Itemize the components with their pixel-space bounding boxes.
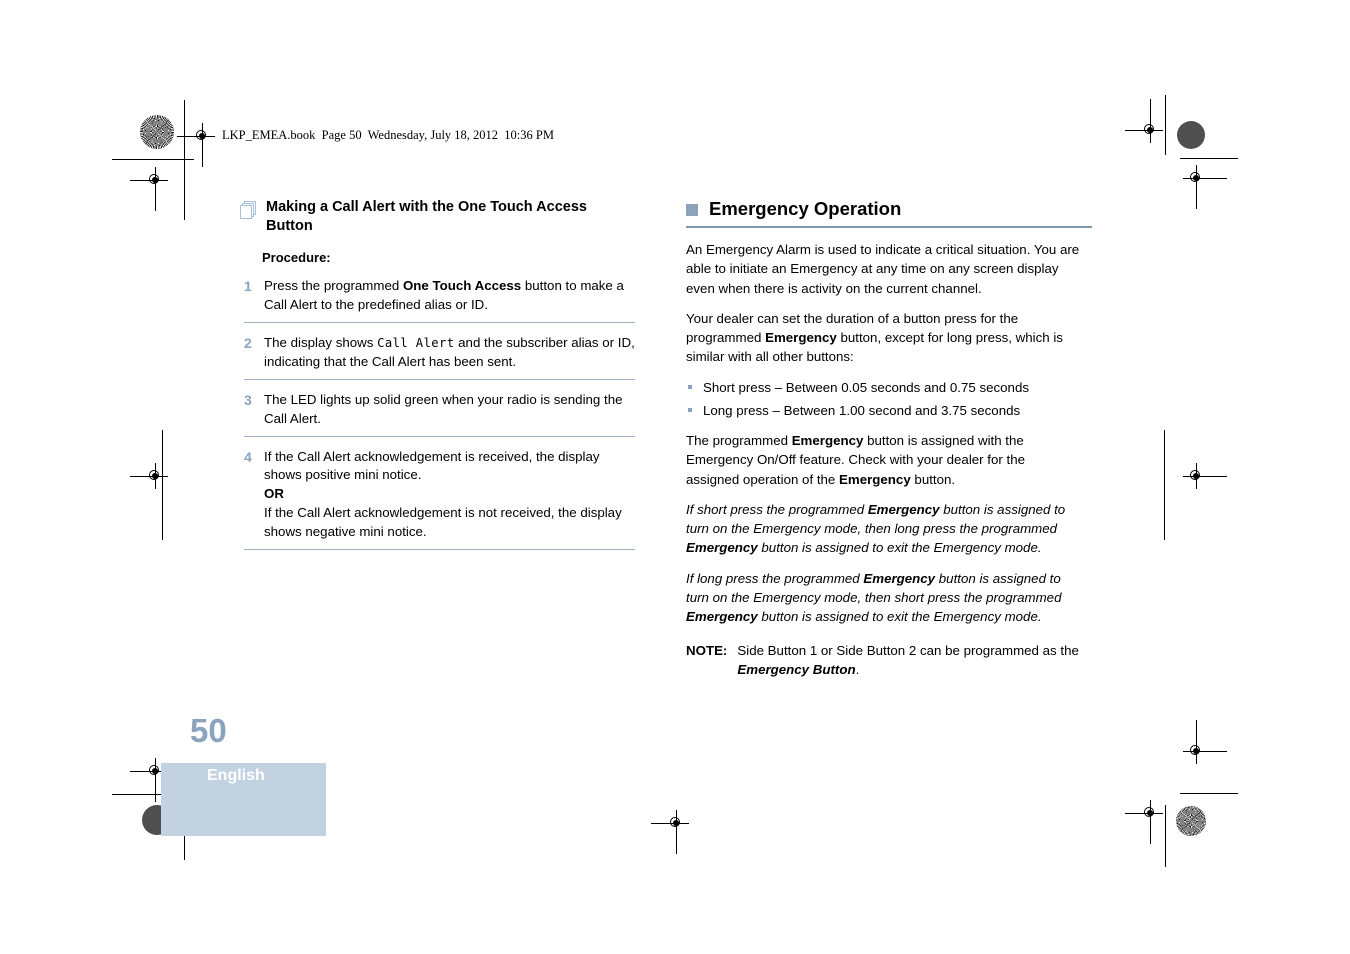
text-run: The display shows xyxy=(264,335,378,350)
press-duration-list: Short press – Between 0.05 seconds and 0… xyxy=(686,378,1081,421)
right-column: Emergency Operation An Emergency Alarm i… xyxy=(686,198,1092,680)
procedure-step: 3 The LED lights up solid green when your… xyxy=(244,391,635,437)
text-run: . xyxy=(855,661,860,677)
print-file-header: LKP_EMEA.book Page 50 Wednesday, July 18… xyxy=(222,128,554,142)
text-run: Emergency xyxy=(839,471,911,487)
left-section-heading-text: Making a Call Alert with the One Touch A… xyxy=(266,199,587,235)
body-paragraph: Your dealer can set the duration of a bu… xyxy=(686,309,1081,367)
step-number: 2 xyxy=(244,335,252,351)
solid-dot-mark-top-right xyxy=(1177,121,1205,149)
right-section-heading-text: Emergency Operation xyxy=(709,198,902,219)
step-text: If the Call Alert acknowledgement is rec… xyxy=(264,448,635,542)
registration-target-right-middle xyxy=(1183,463,1227,489)
trim-line-bottom-right-horizontal xyxy=(1180,793,1238,794)
registration-target-right-upper xyxy=(1183,165,1227,209)
text-run: button. xyxy=(910,471,956,487)
body-paragraph-italic: If short press the programmed Emergency … xyxy=(686,500,1081,558)
trim-line-left-vertical-upper xyxy=(184,160,185,220)
registration-target-top-left xyxy=(177,123,215,167)
star-target-mark-top-left xyxy=(140,115,174,149)
text-run: Emergency Button xyxy=(737,661,856,677)
text-run: Press the programmed xyxy=(264,278,403,294)
note-block: NOTE: Side Button 1 or Side Button 2 can… xyxy=(686,641,1081,680)
registration-target-bottom-center xyxy=(651,810,689,854)
text-run: The programmed xyxy=(686,433,792,449)
procedure-label: Procedure: xyxy=(262,250,331,266)
registration-target-right-lower xyxy=(1183,720,1227,764)
registration-target-top-right xyxy=(1125,99,1163,143)
text-run: Emergency xyxy=(867,501,940,517)
text-run: Side Button 1 or Side Button 2 can be pr… xyxy=(737,642,1079,658)
step-number: 3 xyxy=(244,391,252,408)
trim-line-bottom-right-vertical xyxy=(1165,805,1166,867)
heading-divider-rule xyxy=(686,226,1092,228)
list-item: Long press – Between 1.00 second and 3.7… xyxy=(686,401,1081,420)
registration-target-left-middle xyxy=(130,463,168,489)
right-section-heading: Emergency Operation xyxy=(686,198,1081,220)
text-run: Emergency xyxy=(686,609,758,625)
text-run: If long press the programmed xyxy=(686,570,864,586)
stacked-pages-icon xyxy=(240,201,257,224)
right-column-body: An Emergency Alarm is used to indicate a… xyxy=(686,240,1081,627)
text-run: OR xyxy=(264,486,284,502)
text-run: If the Call Alert acknowledgement is rec… xyxy=(264,448,600,483)
text-run: Emergency xyxy=(686,540,758,556)
page-number: 50 xyxy=(190,712,227,749)
registration-target-bottom-right xyxy=(1125,800,1163,844)
trim-line-top-left-vertical xyxy=(184,100,185,160)
list-item: Short press – Between 0.05 seconds and 0… xyxy=(686,378,1081,397)
body-paragraph-italic: If long press the programmed Emergency b… xyxy=(686,569,1081,627)
trim-line-top-right-horizontal xyxy=(1180,158,1238,159)
procedure-step: 2 The display shows Call Alert and the su… xyxy=(244,334,635,380)
text-run: Emergency xyxy=(791,433,864,449)
star-target-mark-bottom-right xyxy=(1176,806,1206,836)
trim-line-top-right-vertical xyxy=(1165,95,1166,155)
radio-display-text: Call Alert xyxy=(377,336,455,350)
note-label: NOTE: xyxy=(686,642,728,658)
step-text: The display shows Call Alert and the sub… xyxy=(264,334,635,372)
body-paragraph: An Emergency Alarm is used to indicate a… xyxy=(686,240,1081,298)
trim-line-left-horizontal-top xyxy=(112,159,194,160)
left-section-heading: Making a Call Alert with the One Touch A… xyxy=(240,198,635,236)
square-bullet-icon xyxy=(686,204,698,216)
text-run: The LED lights up solid green when your … xyxy=(264,391,623,426)
text-run: button is assigned to exit the Emergency… xyxy=(757,540,1042,556)
text-run: If the Call Alert acknowledgement is not… xyxy=(264,505,622,539)
trim-line-right-vertical-mid xyxy=(1164,430,1165,540)
text-run: If short press the programmed xyxy=(686,501,868,517)
text-run: Emergency xyxy=(863,570,936,586)
text-run: One Touch Access xyxy=(402,278,522,294)
step-number: 1 xyxy=(244,278,252,295)
body-paragraph: The programmed Emergency button is assig… xyxy=(686,431,1081,489)
procedure-step-list: 1 Press the programmed One Touch Access b… xyxy=(240,277,635,550)
procedure-step: 1 Press the programmed One Touch Access b… xyxy=(244,277,635,323)
text-run: Emergency xyxy=(765,330,837,346)
left-column: Making a Call Alert with the One Touch A… xyxy=(240,198,635,561)
text-run: button is assigned to exit the Emergency… xyxy=(757,609,1042,625)
note-body: Side Button 1 or Side Button 2 can be pr… xyxy=(737,641,1081,680)
step-number: 4 xyxy=(244,448,252,465)
language-label: English xyxy=(207,767,265,784)
registration-target-left-upper xyxy=(130,167,168,211)
step-text: Press the programmed One Touch Access bu… xyxy=(264,277,635,315)
text-run: An Emergency Alarm is used to indicate a… xyxy=(686,242,1080,296)
step-text: The LED lights up solid green when your … xyxy=(264,391,635,429)
procedure-step: 4 If the Call Alert acknowledgement is re… xyxy=(244,448,635,550)
